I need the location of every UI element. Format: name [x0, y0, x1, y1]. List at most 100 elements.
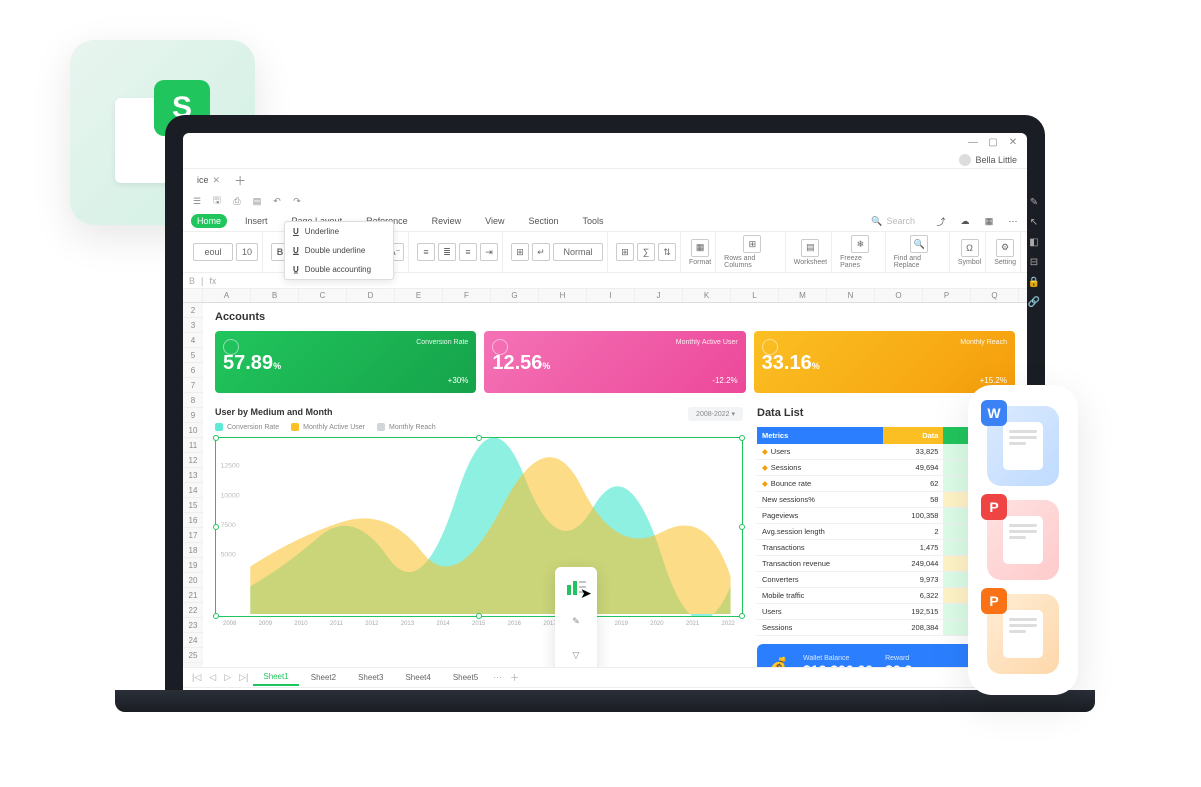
row-header[interactable]: 9: [183, 408, 203, 423]
sort-icon[interactable]: ⊞: [616, 243, 634, 261]
column-header[interactable]: B: [251, 289, 299, 302]
row-header[interactable]: 15: [183, 498, 203, 513]
underline-option[interactable]: UUnderline: [285, 222, 393, 241]
column-header[interactable]: G: [491, 289, 539, 302]
column-header[interactable]: Q: [971, 289, 1019, 302]
row-header[interactable]: 8: [183, 393, 203, 408]
menu-icon[interactable]: ☰: [191, 195, 203, 207]
tab-more-icon[interactable]: ⋯: [490, 672, 505, 683]
column-header[interactable]: N: [827, 289, 875, 302]
row-header[interactable]: 4: [183, 333, 203, 348]
tab-prev-icon[interactable]: ◁: [206, 672, 219, 683]
sort2-icon[interactable]: ⇅: [658, 243, 676, 261]
notes-icon[interactable]: ▦: [983, 215, 995, 227]
double-accounting-option[interactable]: U͇Double accounting: [285, 260, 393, 279]
resize-handle[interactable]: [213, 435, 219, 441]
maximize-button[interactable]: ▢: [985, 136, 1001, 148]
new-tab-button[interactable]: ＋: [234, 172, 246, 189]
column-header[interactable]: D: [347, 289, 395, 302]
column-header[interactable]: A: [203, 289, 251, 302]
cloud-icon[interactable]: ☁: [959, 215, 971, 227]
avatar[interactable]: [959, 154, 971, 166]
row-header[interactable]: 3: [183, 318, 203, 333]
sheet-tab[interactable]: Sheet2: [301, 670, 346, 685]
row-header[interactable]: 25: [183, 648, 203, 663]
resize-handle[interactable]: [739, 613, 745, 619]
worksheet-icon[interactable]: ▤: [801, 239, 819, 257]
add-sheet-button[interactable]: ＋: [507, 671, 522, 684]
row-header[interactable]: 2: [183, 303, 203, 318]
align-center-icon[interactable]: ≣: [438, 243, 456, 261]
row-header[interactable]: 21: [183, 588, 203, 603]
resize-handle[interactable]: [476, 613, 482, 619]
row-header[interactable]: 23: [183, 618, 203, 633]
select-all-corner[interactable]: [183, 289, 203, 302]
column-header[interactable]: J: [635, 289, 683, 302]
document-tab[interactable]: ice ✕: [189, 173, 228, 188]
row-header[interactable]: 10: [183, 423, 203, 438]
find-icon[interactable]: 🔍: [910, 235, 928, 253]
setting-icon[interactable]: ⚙: [996, 239, 1014, 257]
print-icon[interactable]: ⎙: [231, 195, 243, 207]
double-underline-option[interactable]: U̲Double underline: [285, 241, 393, 260]
column-header[interactable]: H: [539, 289, 587, 302]
tab-first-icon[interactable]: |◁: [189, 672, 204, 683]
row-header[interactable]: 16: [183, 513, 203, 528]
share-icon[interactable]: ⤴: [935, 215, 947, 227]
row-header[interactable]: 17: [183, 528, 203, 543]
row-header[interactable]: 7: [183, 378, 203, 393]
writer-app-icon[interactable]: W: [987, 406, 1059, 486]
row-header[interactable]: 19: [183, 558, 203, 573]
column-header[interactable]: K: [683, 289, 731, 302]
column-header[interactable]: I: [587, 289, 635, 302]
font-select[interactable]: eoul: [193, 243, 233, 261]
merge-icon[interactable]: ⊞: [511, 243, 529, 261]
format-icon[interactable]: ▦: [691, 239, 709, 257]
more-icon[interactable]: ⋯: [1007, 215, 1019, 227]
align-right-icon[interactable]: ≡: [459, 243, 477, 261]
font-size[interactable]: 10: [236, 243, 258, 261]
wrap-icon[interactable]: ↵: [532, 243, 550, 261]
style-select[interactable]: Normal: [553, 243, 603, 261]
column-header[interactable]: L: [731, 289, 779, 302]
menu-view[interactable]: View: [479, 214, 510, 228]
menu-review[interactable]: Review: [426, 214, 468, 228]
resize-handle[interactable]: [476, 435, 482, 441]
column-header[interactable]: O: [875, 289, 923, 302]
column-header[interactable]: M: [779, 289, 827, 302]
column-header[interactable]: P: [923, 289, 971, 302]
rows-cols-icon[interactable]: ⊞: [743, 235, 761, 253]
filter-icon[interactable]: ∑: [637, 243, 655, 261]
column-header[interactable]: F: [443, 289, 491, 302]
row-header[interactable]: 11: [183, 438, 203, 453]
pdf-app-icon[interactable]: P: [987, 500, 1059, 580]
menu-section[interactable]: Section: [522, 214, 564, 228]
row-header[interactable]: 6: [183, 363, 203, 378]
date-range-picker[interactable]: 2008-2022 ▾: [688, 407, 743, 421]
menu-tools[interactable]: Tools: [577, 214, 610, 228]
redo-icon[interactable]: ↷: [291, 195, 303, 207]
row-header[interactable]: 24: [183, 633, 203, 648]
menu-home[interactable]: Home: [191, 214, 227, 228]
presentation-app-icon[interactable]: P: [987, 594, 1059, 674]
row-header[interactable]: 13: [183, 468, 203, 483]
funnel-icon[interactable]: ▽: [561, 641, 591, 667]
indent-icon[interactable]: ⇥: [480, 243, 498, 261]
sheet-tab[interactable]: Sheet4: [395, 670, 440, 685]
row-header[interactable]: 14: [183, 483, 203, 498]
column-header[interactable]: E: [395, 289, 443, 302]
resize-handle[interactable]: [739, 435, 745, 441]
row-header[interactable]: 22: [183, 603, 203, 618]
resize-handle[interactable]: [739, 524, 745, 530]
save-icon[interactable]: 🖫: [211, 195, 223, 207]
close-button[interactable]: ✕: [1005, 136, 1021, 148]
preview-icon[interactable]: ▤: [251, 195, 263, 207]
column-header[interactable]: C: [299, 289, 347, 302]
close-tab-icon[interactable]: ✕: [213, 175, 221, 186]
tab-last-icon[interactable]: ▷|: [236, 672, 251, 683]
sheet-tab[interactable]: Sheet3: [348, 670, 393, 685]
row-header[interactable]: 5: [183, 348, 203, 363]
menu-insert[interactable]: Insert: [239, 214, 274, 228]
sheet-tab[interactable]: Sheet5: [443, 670, 488, 685]
minimize-button[interactable]: ―: [965, 136, 981, 148]
